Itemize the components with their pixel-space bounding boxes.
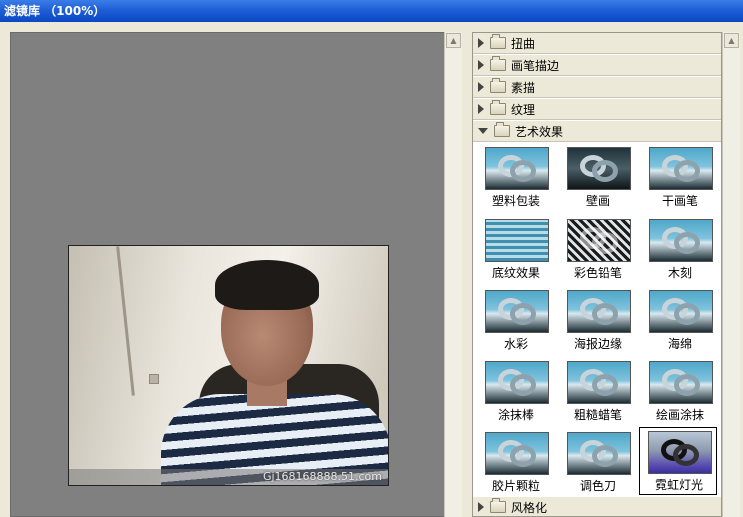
category-sketch[interactable]: 素描 [473, 77, 721, 98]
filter-thumbnail-selected[interactable]: 霓虹灯光 [639, 427, 717, 495]
filter-preview-image [567, 147, 631, 190]
expand-arrow-icon[interactable] [478, 82, 484, 92]
filter-preview-image [485, 361, 549, 404]
expand-arrow-icon[interactable] [478, 104, 484, 114]
filter-thumbnail[interactable]: 塑料包装 [477, 144, 555, 212]
folder-icon [490, 56, 506, 71]
filter-label: 塑料包装 [491, 194, 540, 208]
expand-arrow-icon[interactable] [478, 502, 484, 512]
filter-label: 海报边缘 [573, 337, 622, 351]
folder-icon [490, 498, 506, 513]
category-label: 画笔描边 [511, 58, 560, 73]
filter-thumbnail[interactable]: 底纹效果 [477, 216, 555, 284]
category-texture[interactable]: 纹理 [473, 99, 721, 120]
filter-label: 海绵 [667, 337, 692, 351]
preview-panel: Gj168168888.51.com [10, 32, 462, 517]
expand-arrow-icon[interactable] [478, 60, 484, 70]
filter-label: 壁画 [585, 194, 610, 208]
filter-label: 干画笔 [661, 194, 698, 208]
filter-thumbnail[interactable]: 干画笔 [641, 144, 719, 212]
filter-label: 涂抹棒 [497, 408, 534, 422]
window-title: 滤镜库 （100%） [4, 4, 106, 18]
filter-preview-image [567, 219, 631, 262]
filter-preview-image [485, 432, 549, 475]
photo-watermark: Gj168168888.51.com [262, 470, 382, 483]
filter-label: 彩色铅笔 [573, 266, 622, 280]
folder-open-icon [494, 122, 510, 137]
filter-preview-image [485, 290, 549, 333]
filter-thumbnail[interactable]: 壁画 [559, 144, 637, 212]
filter-thumbnail[interactable]: 粗糙蜡笔 [559, 358, 637, 426]
filter-label: 绘画涂抹 [655, 408, 704, 422]
filter-preview-image [567, 361, 631, 404]
category-label: 素描 [511, 80, 536, 95]
category-distort[interactable]: 扭曲 [473, 33, 721, 54]
window-title-bar: 滤镜库 （100%） [0, 0, 743, 22]
filter-label: 水彩 [503, 337, 528, 351]
filter-list-panel: 扭曲 画笔描边 素描 纹理 艺术效果 塑料包装 壁画 干画笔 底纹效果 彩色铅笔… [472, 32, 722, 517]
folder-icon [490, 100, 506, 115]
filter-preview-image [485, 219, 549, 262]
filter-thumbnail[interactable]: 海报边缘 [559, 287, 637, 355]
category-brush-strokes[interactable]: 画笔描边 [473, 55, 721, 76]
filter-label: 调色刀 [579, 479, 616, 493]
folder-icon [490, 78, 506, 93]
filter-label: 木刻 [667, 266, 692, 280]
filter-preview-image [567, 432, 631, 475]
filter-preview-image [485, 147, 549, 190]
filter-preview-image [649, 361, 713, 404]
filter-preview-image [649, 219, 713, 262]
filter-preview-image [649, 290, 713, 333]
filter-thumbnail[interactable]: 木刻 [641, 216, 719, 284]
filter-thumbnail[interactable]: 绘画涂抹 [641, 358, 719, 426]
filter-label: 胶片颗粒 [491, 479, 540, 493]
filter-thumbnail[interactable]: 调色刀 [559, 429, 637, 497]
filter-thumbnail[interactable]: 水彩 [477, 287, 555, 355]
scroll-up-arrow-icon[interactable]: ▲ [724, 33, 739, 48]
photo-hair [215, 260, 319, 310]
preview-image: Gj168168888.51.com [68, 245, 389, 486]
filter-label: 霓虹灯光 [654, 478, 703, 492]
folder-icon [490, 34, 506, 49]
filter-list-vertical-scrollbar[interactable]: ▲ [722, 32, 740, 517]
category-label: 艺术效果 [515, 124, 564, 139]
category-stylize[interactable]: 风格化 [473, 497, 721, 516]
filter-preview-image [567, 290, 631, 333]
expand-arrow-icon[interactable] [478, 38, 484, 48]
category-artistic[interactable]: 艺术效果 [473, 121, 721, 142]
scroll-up-arrow-icon[interactable]: ▲ [446, 33, 461, 48]
filter-preview-image [648, 431, 712, 474]
category-label: 风格化 [511, 500, 548, 515]
filter-thumbnail[interactable]: 涂抹棒 [477, 358, 555, 426]
preview-vertical-scrollbar[interactable]: ▲ [444, 32, 462, 517]
filter-preview-image [649, 147, 713, 190]
collapse-arrow-icon[interactable] [478, 128, 488, 134]
filter-label: 粗糙蜡笔 [573, 408, 622, 422]
filter-thumbnail[interactable]: 海绵 [641, 287, 719, 355]
filter-thumbnail[interactable]: 胶片颗粒 [477, 429, 555, 497]
category-label: 扭曲 [511, 36, 536, 51]
filter-thumbnail[interactable]: 彩色铅笔 [559, 216, 637, 284]
photo-outlet [149, 374, 159, 384]
category-label: 纹理 [511, 102, 536, 117]
filter-label: 底纹效果 [491, 266, 540, 280]
